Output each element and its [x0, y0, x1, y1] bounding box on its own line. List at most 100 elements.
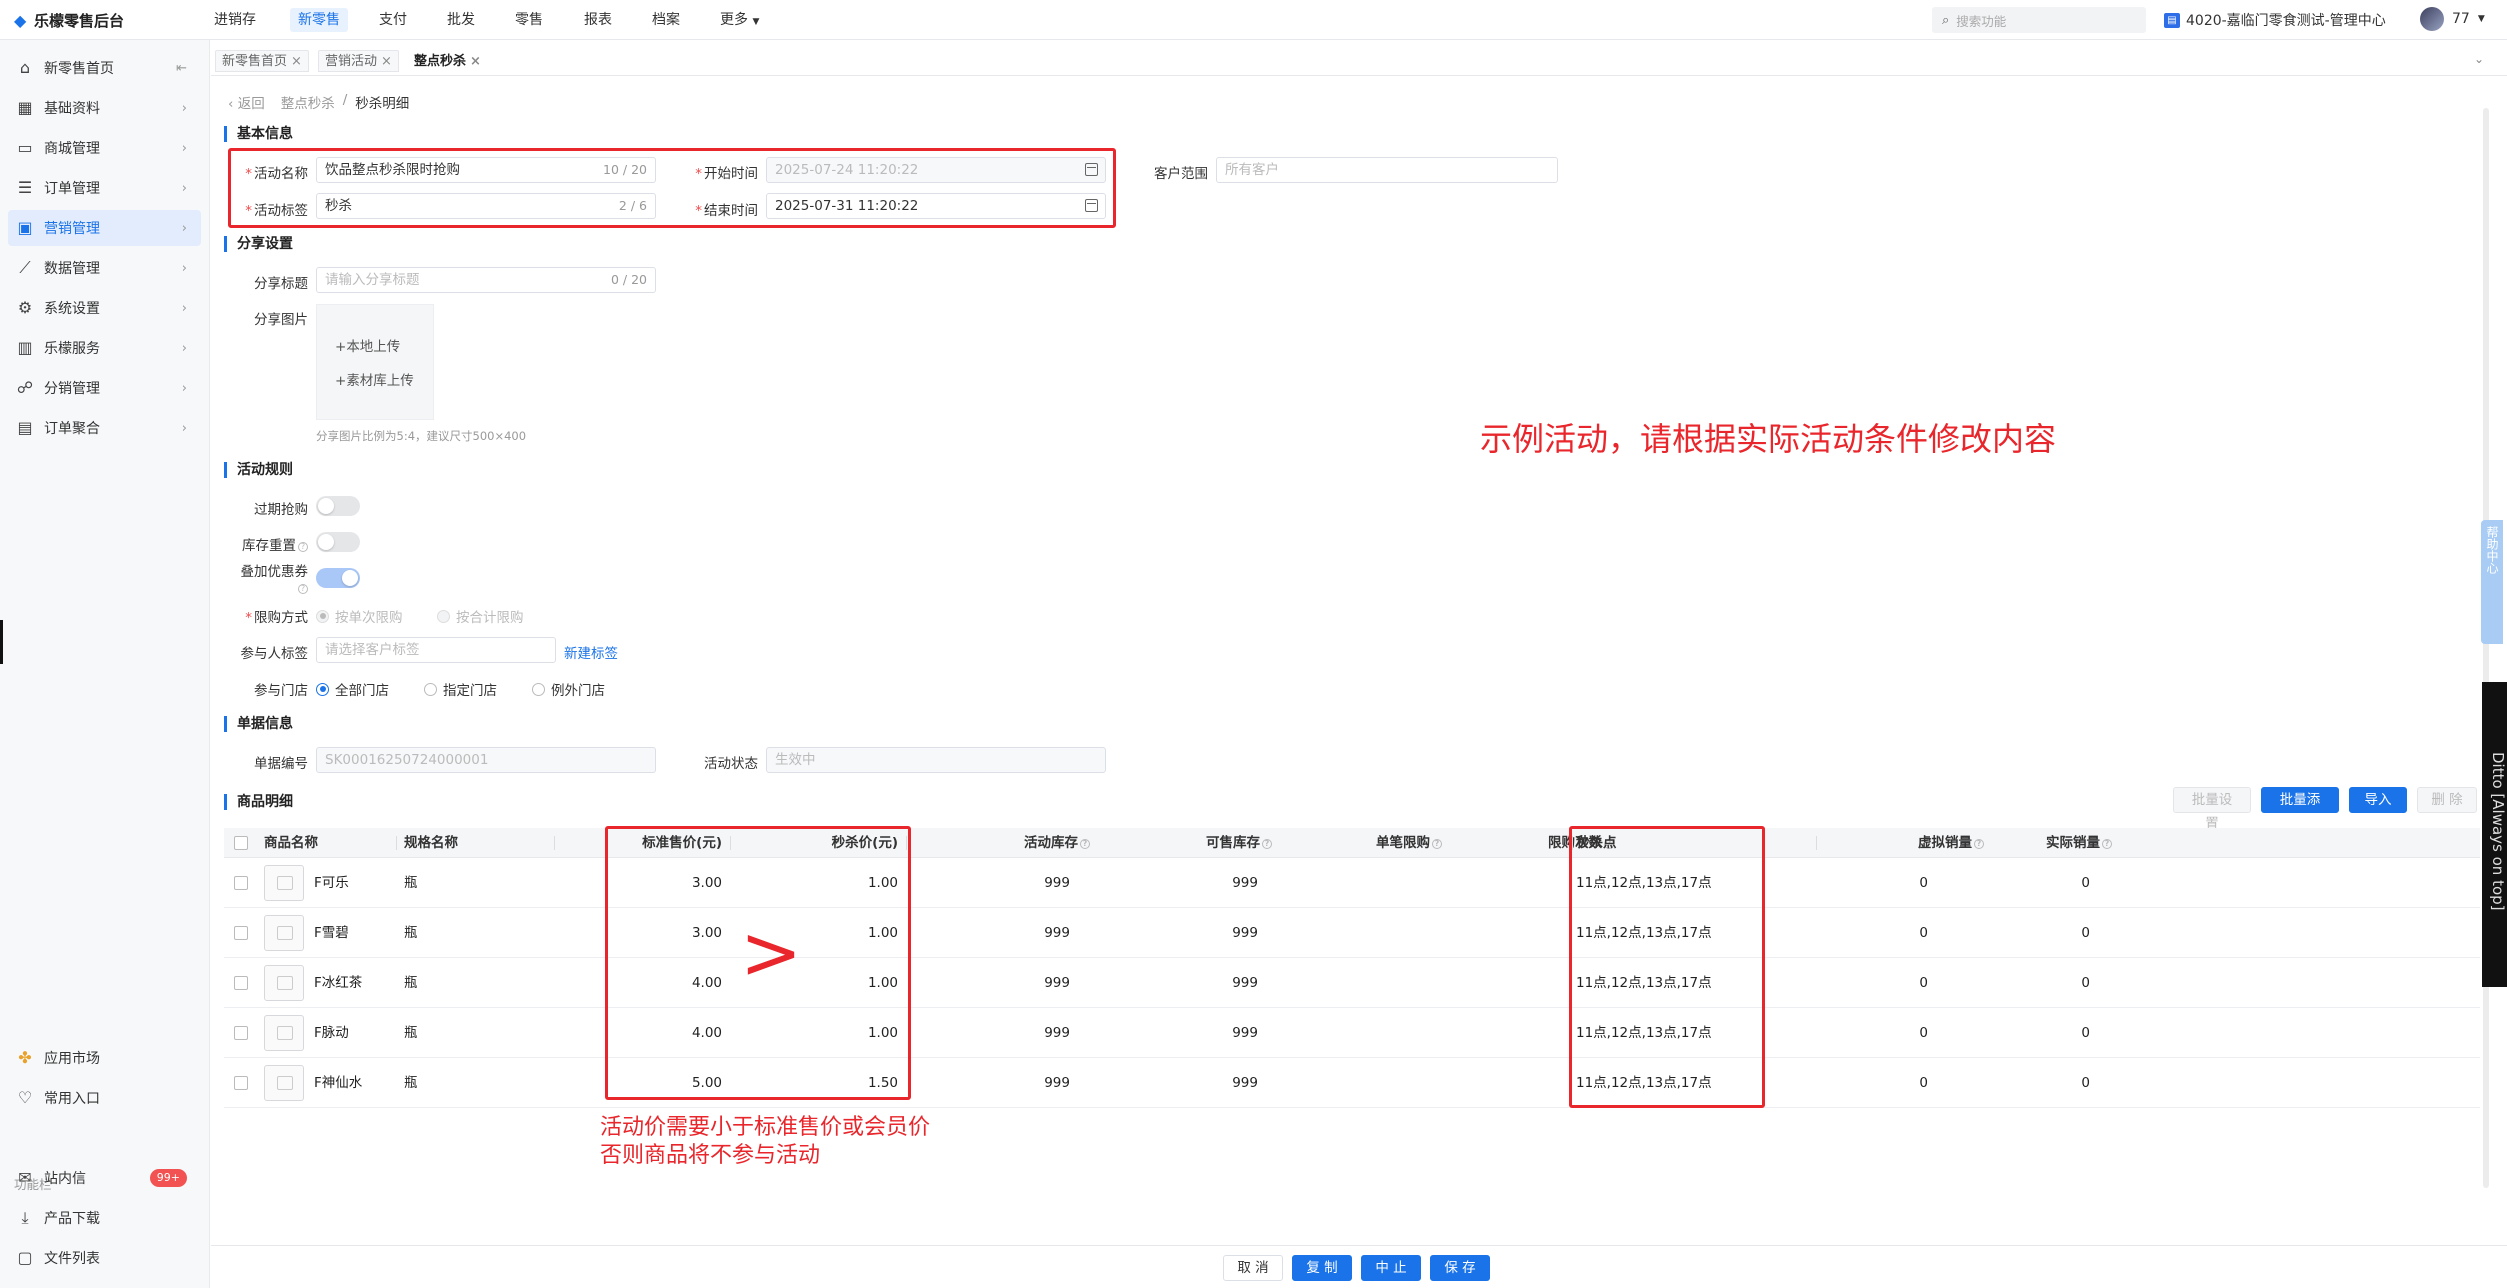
sidebar-item-home[interactable]: ⌂ 新零售首页 ⇤	[8, 50, 201, 86]
sidebar-item-data[interactable]: ⟋ 数据管理 ›	[8, 250, 201, 286]
help-icon[interactable]: ?	[298, 542, 308, 552]
help-center-tab[interactable]: 帮助中心	[2481, 520, 2503, 644]
radio-circle	[532, 682, 545, 696]
close-icon[interactable]: ×	[291, 54, 302, 69]
cell-real-sales: 0	[2081, 1025, 2090, 1041]
help-icon[interactable]: ?	[2102, 839, 2112, 849]
batch-add-button[interactable]: 批量添加	[2261, 787, 2339, 832]
cell-real-sales: 0	[2081, 975, 2090, 991]
radio-circle	[437, 609, 450, 623]
breadcrumb-parent[interactable]: 整点秒杀	[281, 92, 335, 112]
app-logo[interactable]: ◆ 乐檬零售后台	[14, 10, 124, 31]
expired-purchase-toggle[interactable]	[316, 496, 360, 516]
stock-reset-toggle[interactable]	[316, 532, 360, 552]
select-all-checkbox[interactable]	[234, 836, 248, 850]
scrollbar[interactable]	[2483, 108, 2489, 1188]
product-thumbnail	[264, 965, 304, 1001]
upload-local-button[interactable]: +本地上传	[335, 335, 400, 355]
limit-total-radio[interactable]: 按合计限购	[437, 606, 524, 626]
help-icon[interactable]: ?	[1080, 839, 1090, 849]
topnav-pay[interactable]: 支付	[371, 8, 415, 32]
sidebar-item-order-agg[interactable]: ▤ 订单聚合 ›	[8, 410, 201, 446]
doc-number-input[interactable]: SK00016250724000001	[316, 747, 656, 773]
sidebar-item-label: 分销管理	[44, 381, 100, 397]
sidebar-item-basic[interactable]: ▦ 基础资料 ›	[8, 90, 201, 126]
tab-marketing[interactable]: 营销活动 ×	[318, 50, 399, 72]
copy-button[interactable]: 复 制	[1292, 1255, 1352, 1281]
sidebar-item-favorites[interactable]: ♡ 常用入口	[8, 1080, 201, 1116]
participant-tag-label: 参与人标签	[240, 646, 309, 662]
participant-tag-select[interactable]: 请选择客户标签	[316, 637, 556, 663]
sidebar-item-distribution[interactable]: ☍ 分销管理 ›	[8, 370, 201, 406]
topnav-jxc[interactable]: 进销存	[206, 8, 264, 32]
cancel-button[interactable]: 取 消	[1223, 1255, 1283, 1281]
topnav-wholesale[interactable]: 批发	[439, 8, 483, 32]
radio-label: 例外门店	[551, 683, 605, 699]
all-stores-radio[interactable]: 全部门店	[316, 679, 389, 699]
upload-library-button[interactable]: +素材库上传	[335, 369, 414, 389]
tab-home[interactable]: 新零售首页 ×	[215, 50, 309, 72]
customer-range-select[interactable]: 所有客户	[1216, 157, 1558, 183]
col-header-spec: 规格名称	[404, 835, 458, 851]
back-link[interactable]: ‹ 返回	[228, 92, 265, 112]
row-checkbox[interactable]	[234, 876, 248, 890]
limit-per-order-radio[interactable]: 按单次限购	[316, 606, 403, 626]
sidebar-item-mall[interactable]: ▭ 商城管理 ›	[8, 130, 201, 166]
batch-settings-button[interactable]: 批量设置	[2173, 787, 2251, 832]
topnav-new-retail[interactable]: 新零售	[290, 8, 348, 32]
specified-stores-radio[interactable]: 指定门店	[424, 679, 497, 699]
doc-number-label: 单据编号	[254, 756, 308, 772]
new-tag-link[interactable]: 新建标签	[564, 642, 618, 662]
sidebar-item-orders[interactable]: ☰ 订单管理 ›	[8, 170, 201, 206]
plus-icon: +	[335, 339, 347, 355]
sidebar-item-label: 商城管理	[44, 141, 100, 157]
sidebar-item-download[interactable]: ⤓ 产品下载	[8, 1200, 201, 1236]
row-checkbox[interactable]	[234, 926, 248, 940]
row-checkbox[interactable]	[234, 1026, 248, 1040]
sidebar-item-service[interactable]: ▥ 乐檬服务 ›	[8, 330, 201, 366]
cell-name: F神仙水	[314, 1075, 363, 1091]
stack-coupon-toggle[interactable]	[316, 568, 360, 588]
search-input[interactable]: ⌕ 搜索功能	[1932, 7, 2146, 33]
section-goods: 商品明细	[224, 794, 293, 810]
store-switcher[interactable]: ▤ 4020-嘉临门零食测试-管理中心	[2164, 10, 2386, 30]
footer-action-bar: 取 消 复 制 中 止 保 存	[211, 1245, 2507, 1288]
import-button[interactable]: 导入	[2349, 787, 2407, 813]
row-checkbox[interactable]	[234, 976, 248, 990]
sidebar-item-label: 基础资料	[44, 101, 100, 117]
help-icon[interactable]: ?	[298, 584, 308, 594]
sidebar-item-inbox[interactable]: ✉ 站内信 99+	[8, 1160, 201, 1196]
activity-status-input[interactable]: 生效中	[766, 747, 1106, 773]
help-icon[interactable]: ?	[1974, 839, 1984, 849]
sidebar-item-app-market[interactable]: ✤ 应用市场	[8, 1040, 201, 1076]
topnav-more[interactable]: 更多 ▼	[712, 8, 767, 32]
help-icon[interactable]: ?	[1262, 839, 1272, 849]
sidebar-item-files[interactable]: ▢ 文件列表	[8, 1240, 201, 1276]
help-center-label: 帮助中心	[2485, 526, 2499, 574]
topnav-retail[interactable]: 零售	[507, 8, 551, 32]
share-title-input[interactable]: 请输入分享标题 0 / 20	[316, 267, 656, 293]
topnav-report[interactable]: 报表	[576, 8, 620, 32]
collapse-sidebar-icon[interactable]: ⇤	[176, 61, 187, 76]
tab-flash-sale[interactable]: 整点秒杀 ×	[407, 50, 488, 72]
tabs-dropdown-icon[interactable]: ⌄	[2474, 52, 2484, 66]
section-basic-info: 基本信息	[224, 126, 293, 142]
table-row: F脉动 瓶 4.00 1.00 999 999 11点,12点,13点,17点 …	[224, 1008, 2480, 1058]
sidebar-item-marketing[interactable]: ▣ 营销管理 ›	[8, 210, 201, 246]
unread-badge: 99+	[149, 1169, 187, 1187]
delete-button[interactable]: 删 除	[2417, 787, 2477, 813]
close-icon[interactable]: ×	[381, 54, 392, 69]
home-icon: ⌂	[19, 58, 31, 77]
sidebar-item-settings[interactable]: ⚙ 系统设置 ›	[8, 290, 201, 326]
chart-icon: ⟋	[19, 258, 31, 277]
save-button[interactable]: 保 存	[1430, 1255, 1490, 1281]
close-icon[interactable]: ×	[470, 54, 481, 69]
excluded-stores-radio[interactable]: 例外门店	[532, 679, 605, 699]
row-checkbox[interactable]	[234, 1076, 248, 1090]
topnav-archive[interactable]: 档案	[644, 8, 688, 32]
stop-button[interactable]: 中 止	[1361, 1255, 1421, 1281]
user-menu[interactable]: 77 ▼	[2420, 7, 2485, 31]
cell-virtual-sales: 0	[1919, 875, 1928, 891]
cell-spec: 瓶	[404, 925, 418, 941]
help-icon[interactable]: ?	[1432, 839, 1442, 849]
